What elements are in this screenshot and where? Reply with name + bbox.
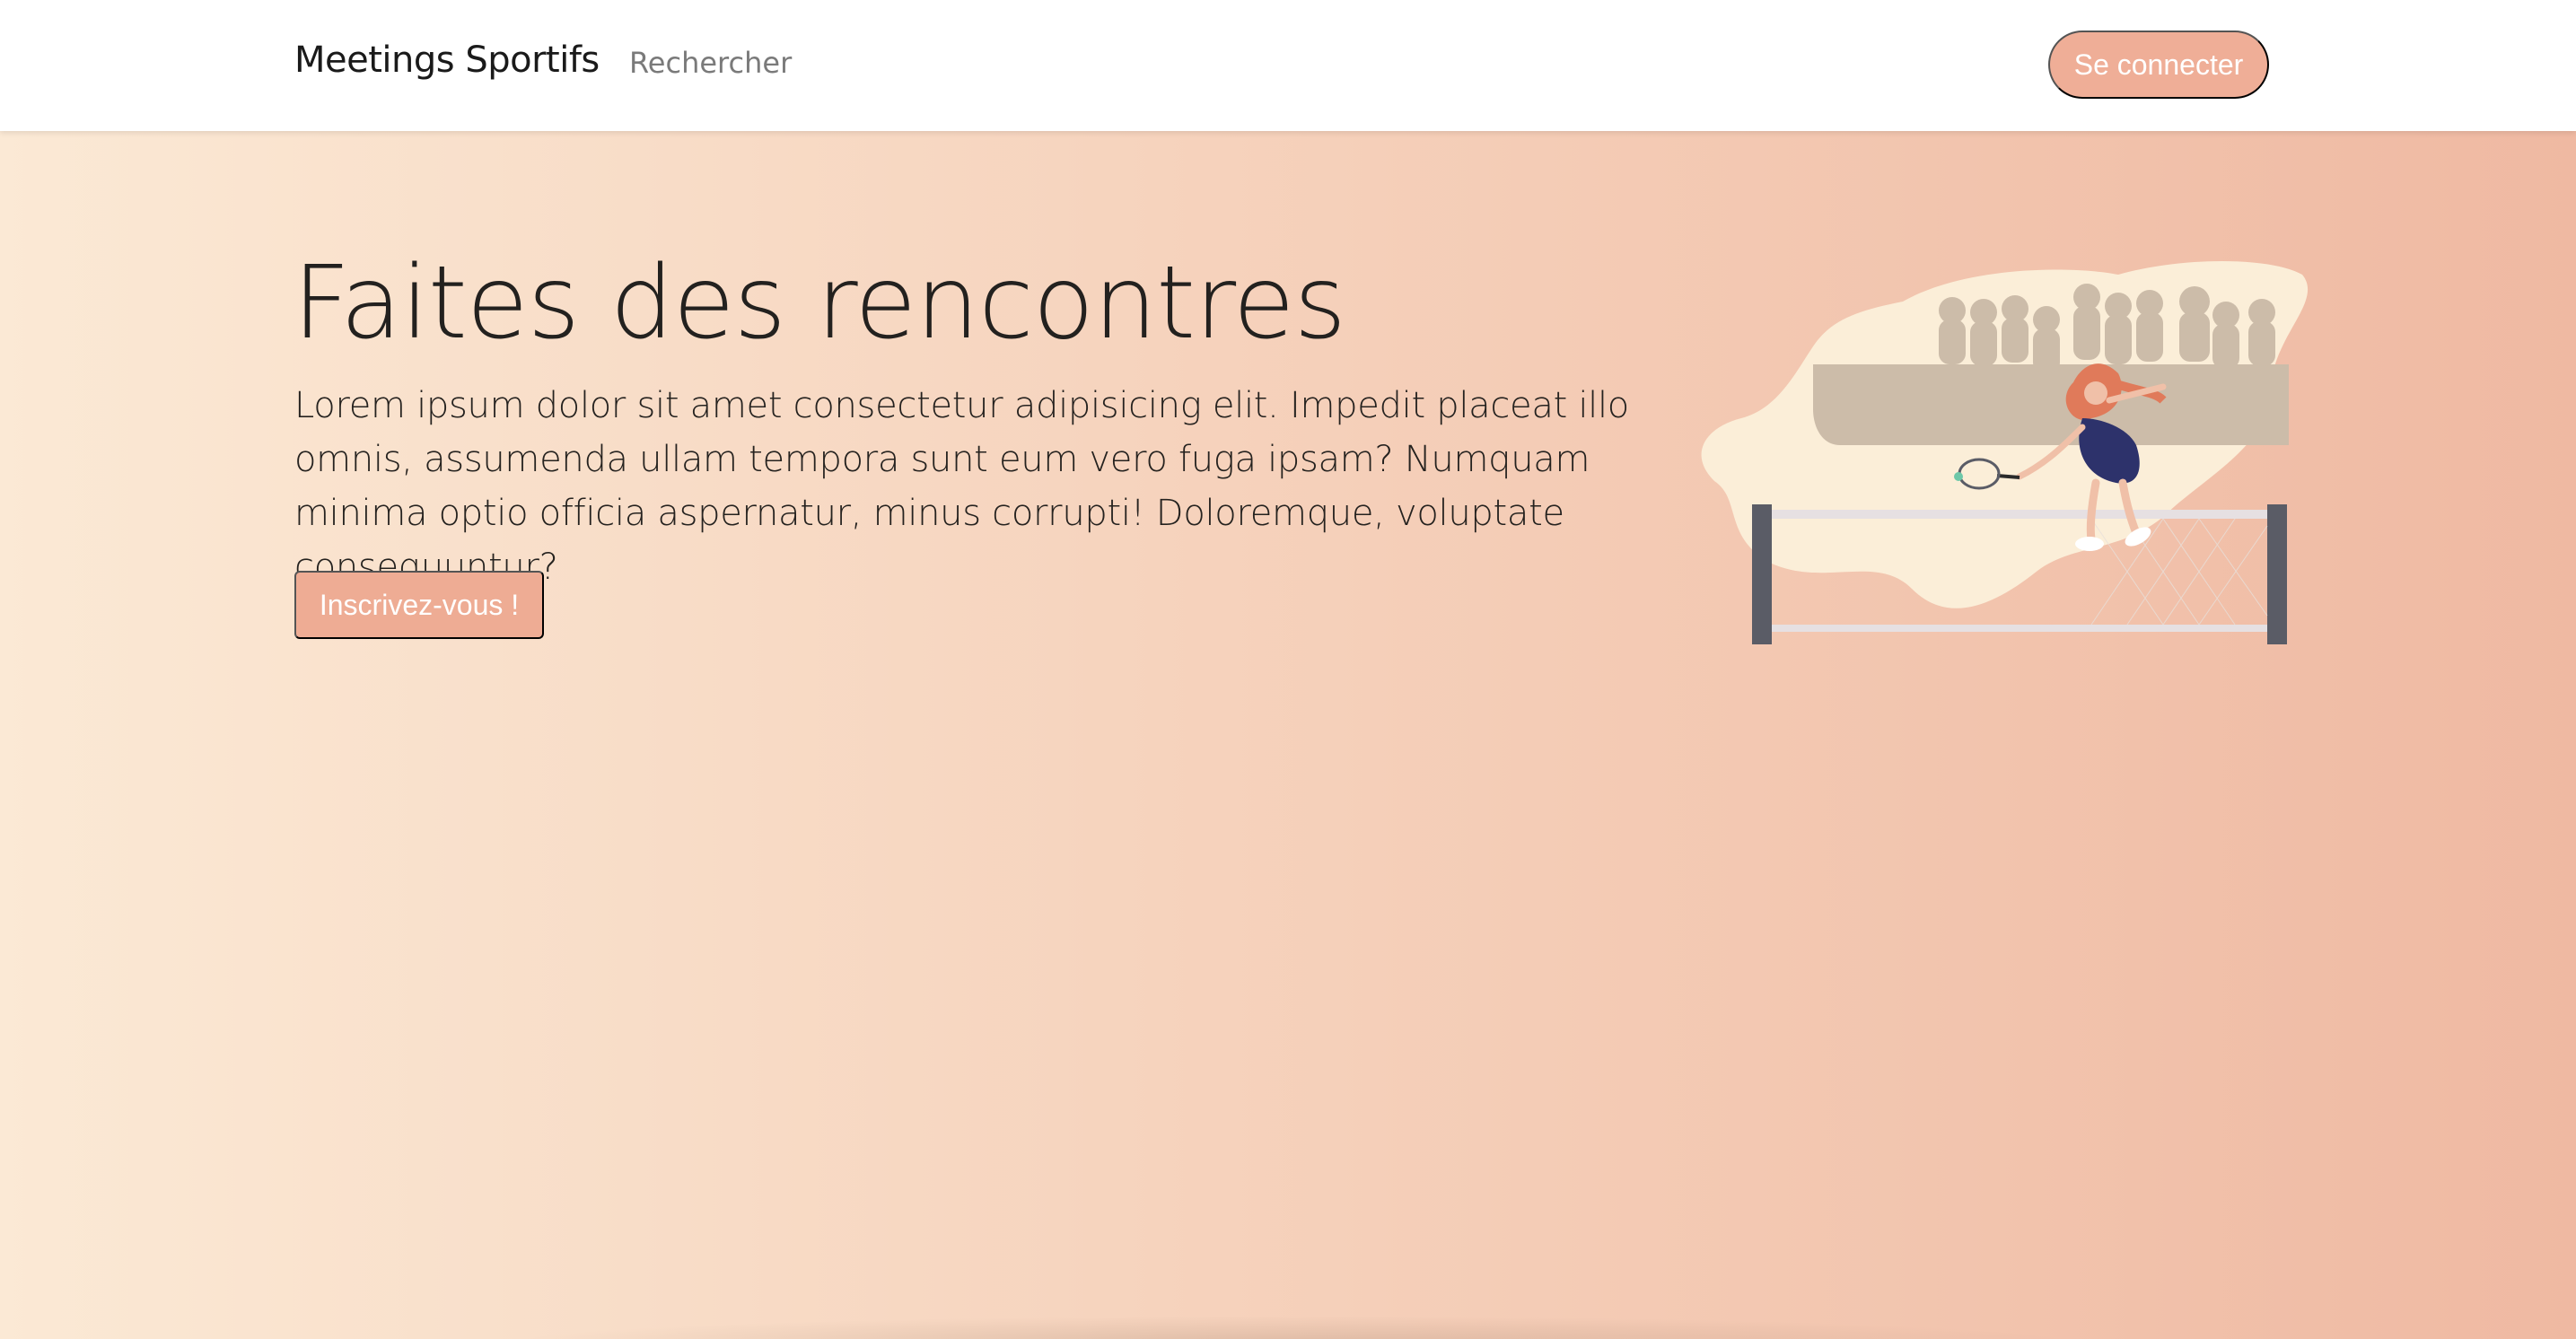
login-button[interactable]: Se connecter [2048,31,2269,99]
hero-section: Faites des rencontres Lorem ipsum dolor … [0,131,2576,1339]
hero-title: Faites des rencontres [293,245,1346,362]
signup-button[interactable]: Inscrivez-vous ! [294,571,544,639]
net-top [1772,510,2267,519]
net-bottom [1772,625,2267,632]
hero-description: Lorem ipsum dolor sit amet consectetur a… [294,385,1629,588]
brand-link[interactable]: Meetings Sportifs [294,39,600,81]
net-post-left [1752,504,1772,644]
nav-link-search[interactable]: Rechercher [629,46,792,80]
crowd-stands [1813,364,2289,445]
tennis-ball [1954,472,1963,481]
bottom-shadow [503,1316,2082,1339]
top-navbar: Meetings Sportifs Rechercher Se connecte… [0,0,2576,131]
tennis-player-illustration [1701,261,2309,644]
net-post-right [2267,504,2287,644]
